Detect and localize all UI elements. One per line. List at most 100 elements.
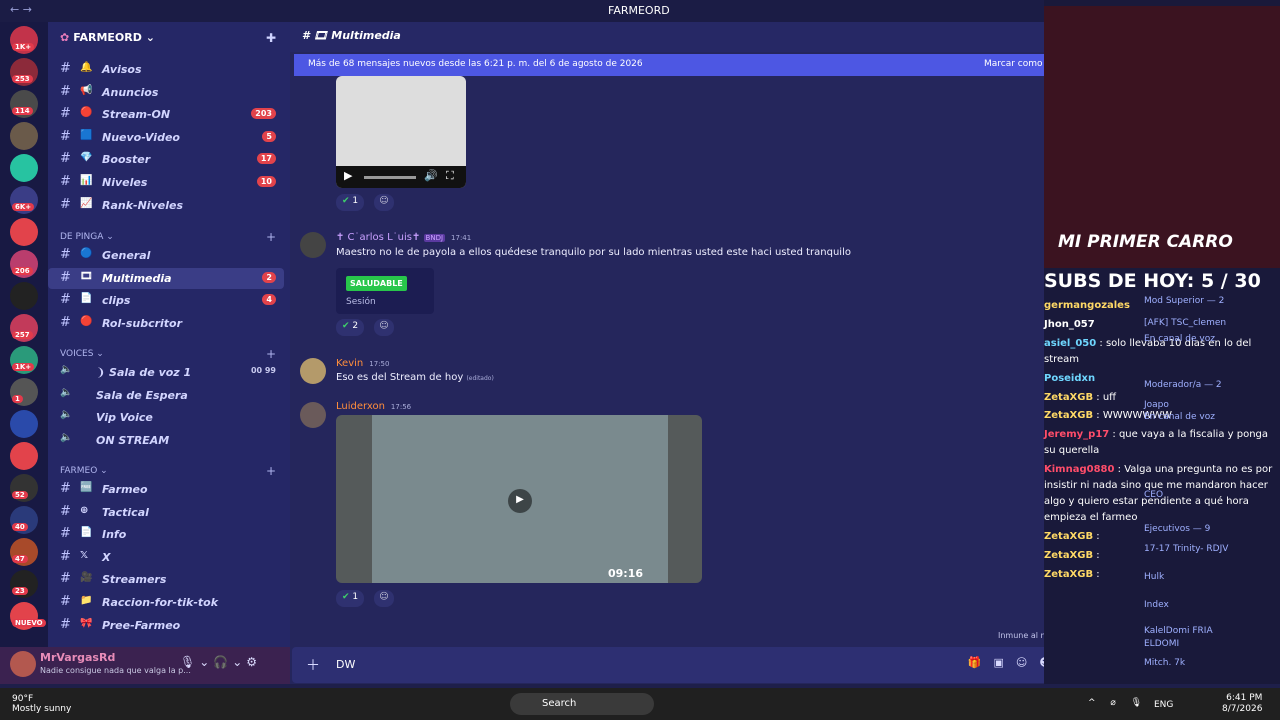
server-icon[interactable]: 52 [10, 474, 38, 502]
add-channel-icon[interactable]: + [266, 347, 276, 361]
server-icon[interactable]: 47 [10, 538, 38, 566]
tray-icons[interactable]: ^ ⌀ 🎙 [1088, 698, 1148, 708]
channel-item[interactable]: # 🟦 Nuevo-Video 5 [48, 127, 284, 148]
channel-item[interactable]: # 🆓 Farmeo [48, 479, 284, 500]
server-icon[interactable]: 23 [10, 570, 38, 598]
category-farmeo[interactable]: FARMEO ⌄ + [60, 464, 276, 478]
channel-item[interactable]: # 📄 Info [48, 524, 284, 545]
server-icon[interactable]: 1K+ [10, 346, 38, 374]
server-icon[interactable] [10, 122, 38, 150]
server-icon[interactable]: 206 [10, 250, 38, 278]
member-entry[interactable]: Moderador/a — 2 [1144, 380, 1222, 390]
message-author[interactable]: ✝ C˙arlos L˙uis✝ BNDJ 17:41 [336, 232, 471, 243]
back-forward-icon[interactable]: ← → [10, 3, 32, 16]
channel-item[interactable]: # 🔔 Avisos [48, 59, 284, 80]
channel-item[interactable]: # 📊 Niveles 10 [48, 172, 284, 193]
play-icon[interactable]: ▶ [344, 169, 352, 182]
server-icon[interactable]: 6K+ [10, 186, 38, 214]
channel-item[interactable]: # 🎀 Pree-Farmeo [48, 615, 284, 636]
add-member-icon[interactable]: ✚ [266, 31, 276, 45]
saludable-button[interactable]: SALUDABLE [346, 276, 407, 291]
channel-item[interactable]: # 📢 Anuncios [48, 82, 284, 103]
new-messages-banner[interactable]: Más de 68 mensajes nuevos desde las 6:21… [294, 54, 1048, 76]
search-box[interactable]: Search [510, 693, 654, 715]
channel-item[interactable]: # ⊕ Tactical [48, 502, 284, 523]
member-entry[interactable]: [AFK] TSC_clemen [1144, 318, 1226, 328]
unread-badge: 4 [262, 294, 276, 306]
server-icon[interactable] [10, 282, 38, 310]
channel-item[interactable]: # 🔴 Rol-subcritor [48, 313, 284, 334]
add-channel-icon[interactable]: + [266, 464, 276, 478]
channel-item[interactable]: # 🔵 General [48, 245, 284, 266]
member-entry[interactable]: Index [1144, 600, 1169, 610]
server-icon[interactable]: 114 [10, 90, 38, 118]
add-reaction-button[interactable]: ☺ [374, 590, 394, 607]
mark-read-button[interactable]: Marcar como l [984, 59, 1048, 69]
member-entry[interactable]: Hulk [1144, 572, 1164, 582]
volume-slider[interactable] [364, 176, 416, 179]
attach-icon[interactable]: ＋ [306, 655, 320, 675]
fullscreen-icon[interactable]: ⛶ [446, 169, 454, 183]
composer-input[interactable]: DW [336, 658, 355, 671]
voice-channel-item[interactable]: 🔈 Vip Voice [48, 407, 284, 428]
channel-item[interactable]: # 𝕏 X [48, 547, 284, 568]
server-icon[interactable]: 40 [10, 506, 38, 534]
message-author[interactable]: Luiderxon 17:56 [336, 401, 411, 412]
reaction-chip[interactable]: ✔ 2 [336, 319, 365, 336]
add-reaction-button[interactable]: ☺ [374, 319, 394, 336]
member-entry[interactable]: Joapo [1144, 400, 1169, 410]
add-channel-icon[interactable]: + [266, 230, 276, 244]
language[interactable]: ENG [1154, 700, 1173, 710]
message-composer[interactable]: ＋ DW 🎁▣☺☻⊞ [292, 647, 1098, 683]
server-icon[interactable] [10, 154, 38, 182]
channel-item[interactable]: # 💎 Booster 17 [48, 149, 284, 170]
clock[interactable]: 6:41 PM 8/7/2026 [1222, 693, 1262, 715]
category-voices[interactable]: VOICES ⌄ + [60, 347, 276, 361]
channel-item[interactable]: # 📄 clips 4 [48, 290, 284, 311]
channel-item[interactable]: # 📈 Rank-Niveles [48, 195, 284, 216]
video-attachment[interactable]: ▶ 🔊 ⛶ [336, 76, 466, 188]
play-icon[interactable]: ▶ [508, 489, 532, 513]
server-icon[interactable]: 1K+ [10, 26, 38, 54]
member-entry[interactable]: CEO [1144, 490, 1163, 500]
add-reaction-button[interactable]: ☺ [374, 194, 394, 211]
avatar[interactable] [300, 232, 326, 258]
member-entry[interactable]: Ejecutivos — 9 [1144, 524, 1210, 534]
volume-icon[interactable]: 🔊 [424, 169, 438, 182]
video-controls[interactable]: ▶ 🔊 ⛶ [336, 166, 466, 188]
date: 8/7/2026 [1222, 704, 1263, 714]
guild-name[interactable]: ✿ FARMEORD ⌄ [60, 31, 155, 44]
avatar[interactable] [300, 358, 326, 384]
voice-channel-item[interactable]: 🔈 ❩ Sala de voz 1 00 99 [48, 362, 284, 383]
server-icon[interactable] [10, 218, 38, 246]
voice-channel-item[interactable]: 🔈 ON STREAM [48, 430, 284, 451]
channel-item[interactable]: # 🔴 Stream-ON 203 [48, 104, 284, 125]
server-icon[interactable]: NUEVO [10, 602, 46, 630]
message-author[interactable]: Kevin 17:50 [336, 358, 389, 369]
category-de-pinga[interactable]: DE PINGA ⌄ + [60, 230, 276, 244]
channel-item[interactable]: # 🎥 Streamers [48, 569, 284, 590]
member-entry[interactable]: En canal de voz [1144, 412, 1215, 422]
channel-item[interactable]: # 🎞 Multimedia 2 [48, 267, 284, 289]
reaction-chip[interactable]: ✔ 1 [336, 590, 365, 607]
avatar[interactable] [10, 651, 36, 677]
weather-widget[interactable]: 90°F Mostly sunny [12, 694, 71, 714]
member-entry[interactable]: Mitch. 7k [1144, 658, 1185, 668]
reaction-chip[interactable]: ✔ 1 [336, 194, 365, 211]
server-icon[interactable]: 257 [10, 314, 38, 342]
game-video-attachment[interactable]: ▶ 09:16 [336, 415, 702, 583]
voice-controls[interactable]: 🎙⌄🎧⌄⚙ [180, 655, 261, 669]
member-entry[interactable]: ELDOMI [1144, 639, 1179, 649]
avatar[interactable] [300, 402, 326, 428]
server-icon[interactable]: 1 [10, 378, 38, 406]
member-entry[interactable]: Mod Superior — 2 [1144, 296, 1224, 306]
member-entry[interactable]: En canal de voz [1144, 334, 1215, 344]
server-icon[interactable] [10, 442, 38, 470]
server-badge: 253 [12, 75, 33, 83]
server-icon[interactable] [10, 410, 38, 438]
voice-channel-item[interactable]: 🔈 Sala de Espera [48, 385, 284, 406]
server-icon[interactable]: 253 [10, 58, 38, 86]
member-entry[interactable]: 17-17 Trinity- RDJV [1144, 544, 1228, 554]
member-entry[interactable]: KalelDomi FRIA [1144, 626, 1213, 636]
channel-item[interactable]: # 📁 Raccion-for-tik-tok [48, 592, 284, 613]
